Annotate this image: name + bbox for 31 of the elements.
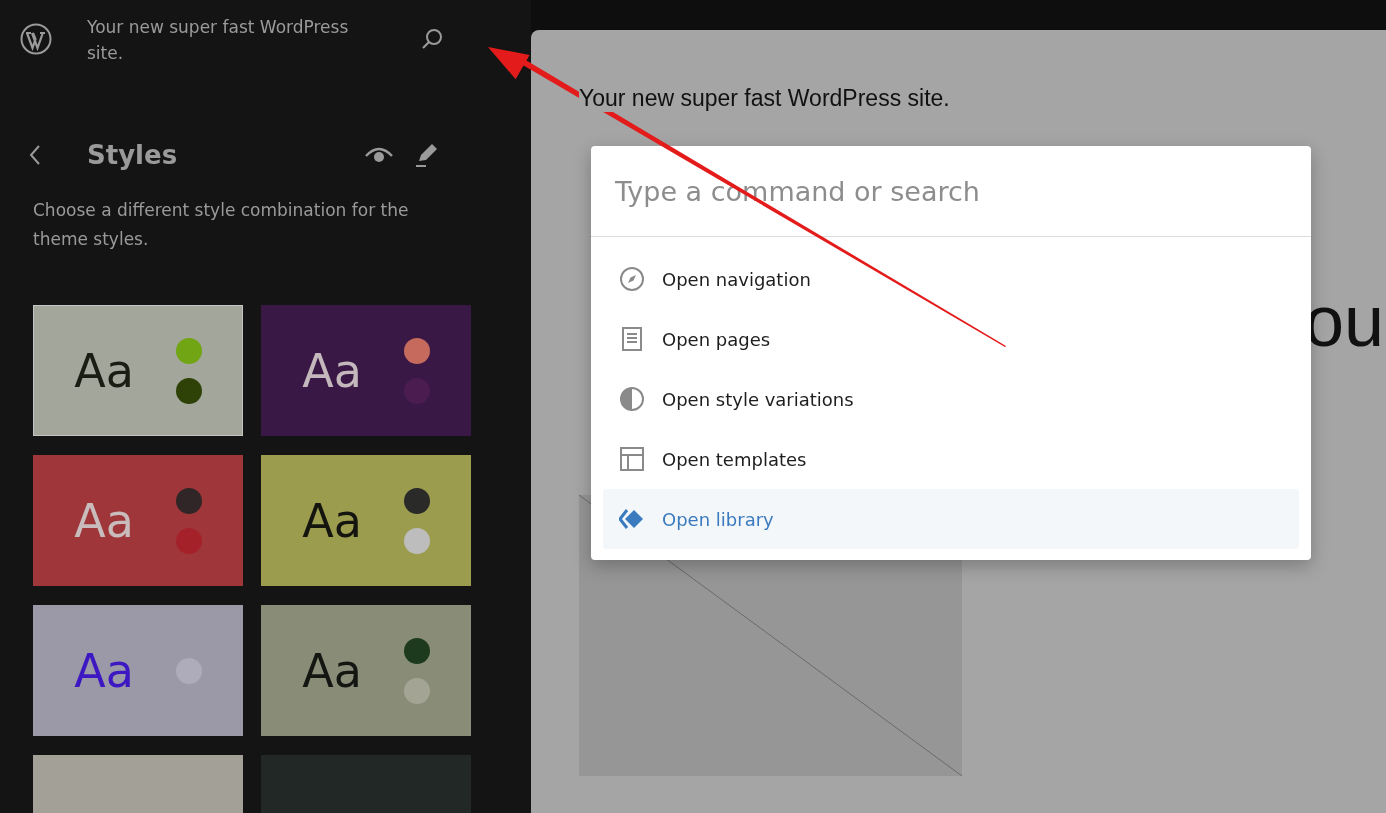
command-item[interactable]: Open navigation — [603, 249, 1299, 309]
site-title: Your new super fast WordPress site. — [579, 85, 950, 112]
site-title: Your new super fast WordPress site. — [87, 16, 350, 65]
typography-sample: Aa — [302, 493, 362, 548]
typography-sample: Aa — [74, 643, 134, 698]
typography-sample: Aa — [74, 343, 134, 398]
style-variation-card[interactable]: Aa — [261, 455, 471, 586]
diamond-icon — [619, 506, 645, 532]
command-item[interactable]: Open pages — [603, 309, 1299, 369]
command-item[interactable]: Open style variations — [603, 369, 1299, 429]
compass-icon — [619, 266, 645, 292]
typography-sample: Aa — [302, 643, 362, 698]
command-item[interactable]: Open templates — [603, 429, 1299, 489]
typography-sample: Aa — [302, 343, 362, 398]
eye-icon[interactable] — [365, 146, 393, 164]
wordpress-logo-icon[interactable] — [20, 23, 52, 55]
layout-icon — [619, 446, 645, 472]
search-icon[interactable] — [420, 27, 444, 51]
command-item[interactable]: Open library — [603, 489, 1299, 549]
typography-sample: Aa — [74, 493, 134, 548]
style-variation-card[interactable]: Aa — [261, 605, 471, 736]
style-variation-card[interactable]: Aa — [261, 305, 471, 436]
page-icon — [619, 326, 645, 352]
back-icon[interactable] — [28, 143, 42, 167]
pencil-icon[interactable] — [415, 142, 439, 168]
style-variation-card[interactable]: Aa — [33, 455, 243, 586]
style-variation-card[interactable]: Aa — [33, 305, 243, 436]
style-variation-card[interactable]: Aa — [33, 605, 243, 736]
panel-description: Choose a different style combination for the theme styles. — [32, 199, 410, 251]
contrast-icon — [619, 386, 645, 412]
panel-title: Styles — [87, 140, 179, 170]
